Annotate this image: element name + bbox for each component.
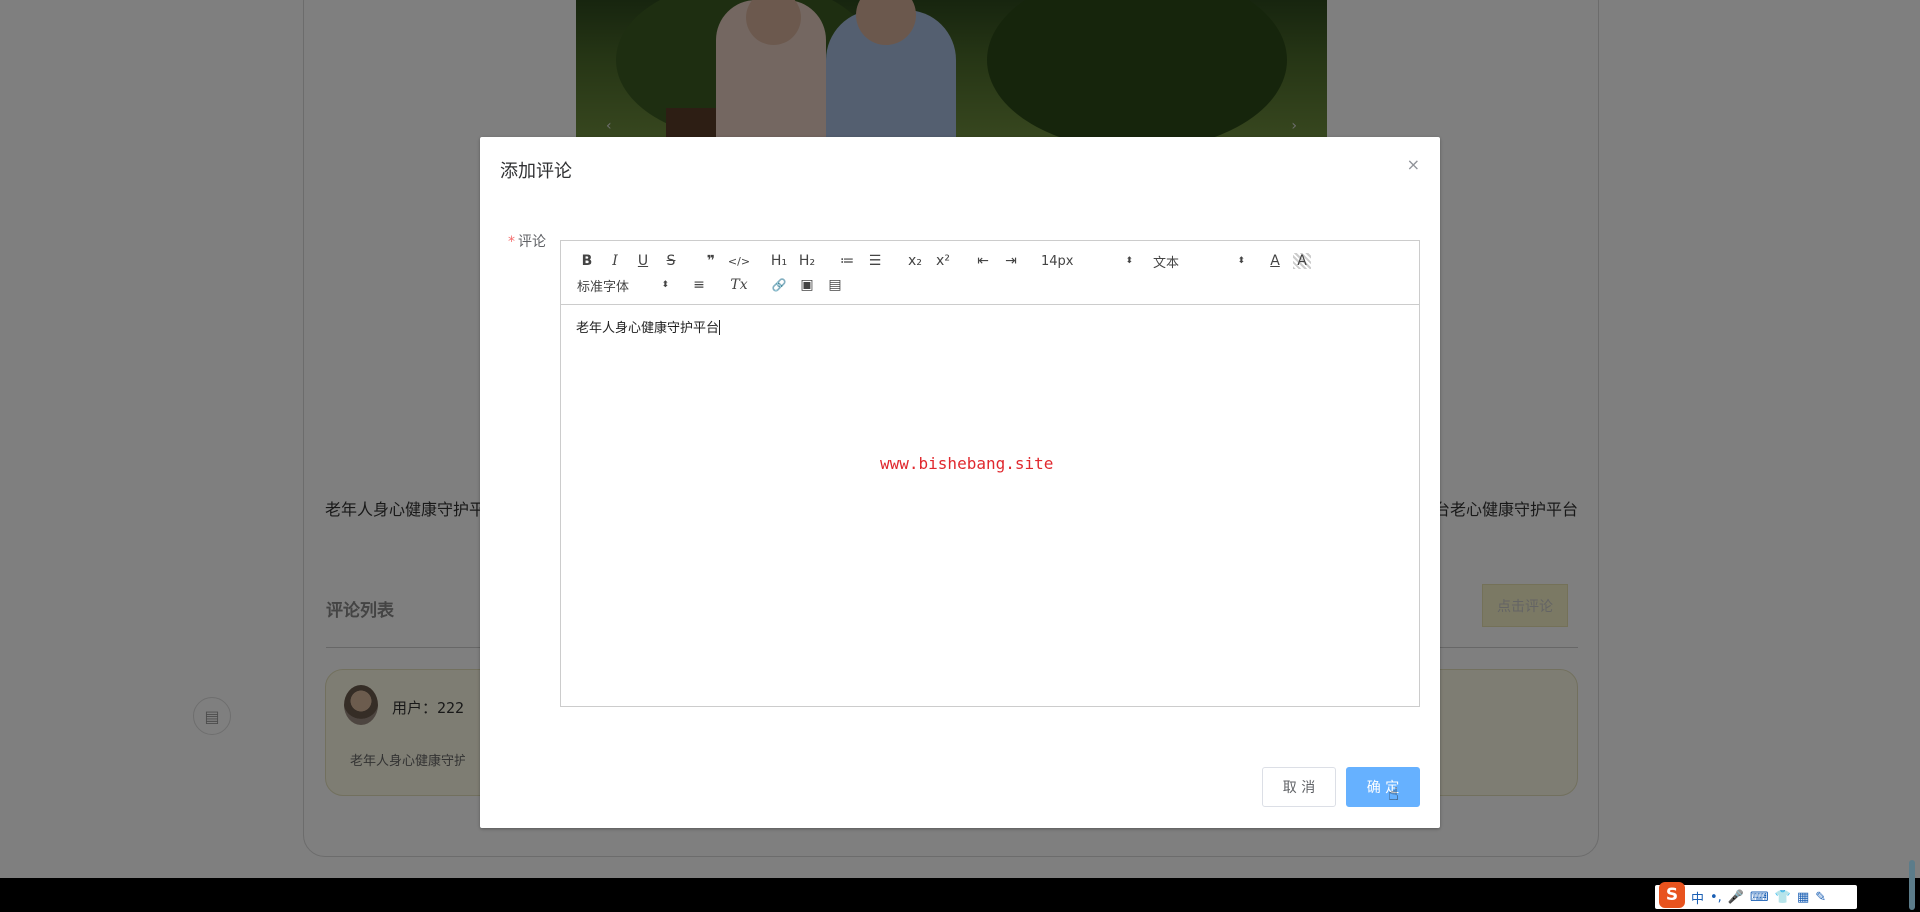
taskbar xyxy=(0,878,1920,912)
link-icon[interactable]: 🔗 xyxy=(765,273,793,297)
ime-handwrite-icon[interactable]: ✎ xyxy=(1815,890,1826,905)
dialog-title: 添加评论 xyxy=(500,161,572,182)
rich-text-editor: B I U S ❞ </> H₁ H₂ ≔ ☰ x₂ x² ⇤ ⇥ 14px ⬍… xyxy=(560,240,1420,707)
ime-voice-icon[interactable]: 🎤 xyxy=(1728,890,1744,905)
chevron-updown-icon: ⬍ xyxy=(1125,256,1133,266)
ime-punctuation-icon[interactable]: •, xyxy=(1710,890,1722,905)
hand-cursor-icon: ☝ xyxy=(1388,784,1399,805)
scrollbar[interactable] xyxy=(1909,860,1915,910)
italic-icon[interactable]: I xyxy=(601,249,629,273)
subscript-icon[interactable]: x₂ xyxy=(901,249,929,273)
align-icon[interactable]: ≡ xyxy=(685,273,713,297)
superscript-icon[interactable]: x² xyxy=(929,249,957,273)
ime-keyboard-icon[interactable]: ⌨ xyxy=(1750,890,1769,905)
font-family-value: 标准字体 xyxy=(577,279,630,295)
confirm-button[interactable]: 确 定 xyxy=(1346,767,1420,807)
heading2-icon[interactable]: H₂ xyxy=(793,249,821,273)
chevron-updown-icon: ⬍ xyxy=(661,280,669,290)
ime-skin-icon[interactable]: 👕 xyxy=(1775,890,1791,905)
sogou-ime-icon[interactable]: S xyxy=(1659,882,1685,908)
ime-chinese-mode-icon[interactable]: 中 xyxy=(1691,888,1704,907)
code-icon[interactable]: </> xyxy=(725,249,753,273)
ordered-list-icon[interactable]: ≔ xyxy=(833,249,861,273)
watermark-text: www.bishebang.site xyxy=(880,454,1054,473)
underline-icon[interactable]: U xyxy=(629,249,657,273)
text-caret xyxy=(719,320,721,335)
video-icon[interactable]: ▤ xyxy=(821,273,849,297)
font-color-icon[interactable]: A xyxy=(1261,249,1289,273)
bullet-list-icon[interactable]: ☰ xyxy=(861,249,889,273)
editor-content-area[interactable]: 老年人身心健康守护平台 xyxy=(561,305,1419,707)
heading1-icon[interactable]: H₁ xyxy=(765,249,793,273)
background-color-icon[interactable]: A xyxy=(1293,253,1311,269)
indent-icon[interactable]: ⇥ xyxy=(997,249,1025,273)
cancel-button[interactable]: 取 消 xyxy=(1262,767,1336,807)
header-select[interactable]: 文本 ⬍ xyxy=(1149,249,1249,273)
comment-label-text: 评论 xyxy=(518,234,546,250)
comment-field-label: * 评论 xyxy=(508,231,546,251)
ime-toolbar: S 中 •, 🎤 ⌨ 👕 ▦ ✎ xyxy=(1655,882,1857,909)
ime-toolbox-icon[interactable]: ▦ xyxy=(1797,890,1809,905)
editor-toolbar: B I U S ❞ </> H₁ H₂ ≔ ☰ x₂ x² ⇤ ⇥ 14px ⬍… xyxy=(561,241,1419,305)
image-icon[interactable]: ▣ xyxy=(793,273,821,297)
font-size-select[interactable]: 14px ⬍ xyxy=(1037,249,1137,273)
font-family-select[interactable]: 标准字体 ⬍ xyxy=(573,273,673,297)
strikethrough-icon[interactable]: S xyxy=(657,249,685,273)
outdent-icon[interactable]: ⇤ xyxy=(969,249,997,273)
quote-icon[interactable]: ❞ xyxy=(697,249,725,273)
header-select-value: 文本 xyxy=(1153,255,1180,271)
clean-format-icon[interactable]: Tx xyxy=(725,273,753,297)
close-icon[interactable]: × xyxy=(1407,155,1420,174)
add-comment-dialog: 添加评论 × *评论 B I U S ❞ </> H₁ H₂ ≔ ☰ x₂ x xyxy=(480,137,1440,828)
chevron-updown-icon: ⬍ xyxy=(1237,256,1245,266)
bold-icon[interactable]: B xyxy=(573,249,601,273)
required-mark: * xyxy=(508,234,515,250)
font-size-value: 14px xyxy=(1041,253,1074,269)
editor-text: 老年人身心健康守护平台 xyxy=(576,321,720,336)
